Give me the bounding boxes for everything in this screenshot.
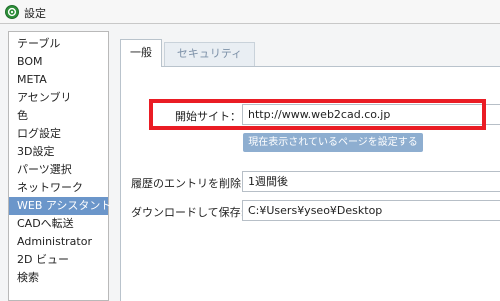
download-save-path-field[interactable]: C:¥Users¥yseo¥Desktop — [242, 200, 500, 221]
settings-category-list[interactable]: テーブル BOM META アセンブリ 色 ログ設定 3D設定 パーツ選択 ネッ… — [8, 31, 111, 301]
sidebar-item-bom[interactable]: BOM — [9, 53, 108, 71]
set-current-page-button[interactable]: 現在表示されているページを設定する — [243, 133, 423, 152]
sidebar-item-log-settings[interactable]: ログ設定 — [9, 125, 108, 143]
tab-general[interactable]: 一般 — [120, 39, 162, 67]
download-save-label: ダウンロードして保存: — [131, 206, 245, 219]
sidebar-item-table[interactable]: テーブル — [9, 35, 108, 53]
sidebar-item-web-assistant[interactable]: WEB アシスタント — [9, 197, 111, 215]
window-titlebar: 設定 — [0, 0, 500, 24]
sidebar-item-network[interactable]: ネットワーク — [9, 179, 108, 197]
sidebar-item-transfer-to-cad[interactable]: CADへ転送 — [9, 215, 108, 233]
history-delete-label: 履歴のエントリを削除: — [131, 177, 245, 190]
sidebar-item-meta[interactable]: META — [9, 71, 108, 89]
app-icon — [5, 5, 19, 19]
sidebar-item-parts-selection[interactable]: パーツ選択 — [9, 161, 108, 179]
sidebar-item-assembly[interactable]: アセンブリ — [9, 89, 108, 107]
window-title: 設定 — [24, 7, 46, 20]
start-site-label: 開始サイト： — [175, 110, 241, 123]
sidebar-item-color[interactable]: 色 — [9, 107, 108, 125]
sidebar-item-administrator[interactable]: Administrator — [9, 233, 108, 251]
start-site-input[interactable]: http://www.web2cad.co.jp — [242, 104, 500, 125]
sidebar-item-search[interactable]: 検索 — [9, 269, 108, 287]
settings-content: 一般 セキュリティ 開始サイト： http://www.web2cad.co.j… — [120, 39, 500, 301]
sidebar-item-2d-view[interactable]: 2D ビュー — [9, 251, 108, 269]
general-settings-panel: 開始サイト： http://www.web2cad.co.jp 現在表示されてい… — [120, 66, 500, 301]
history-delete-field[interactable]: 1週間後 — [242, 171, 500, 192]
category-items: テーブル BOM META アセンブリ 色 ログ設定 3D設定 パーツ選択 ネッ… — [9, 35, 111, 287]
tab-security[interactable]: セキュリティ — [164, 42, 255, 67]
sidebar-item-3d-settings[interactable]: 3D設定 — [9, 143, 108, 161]
